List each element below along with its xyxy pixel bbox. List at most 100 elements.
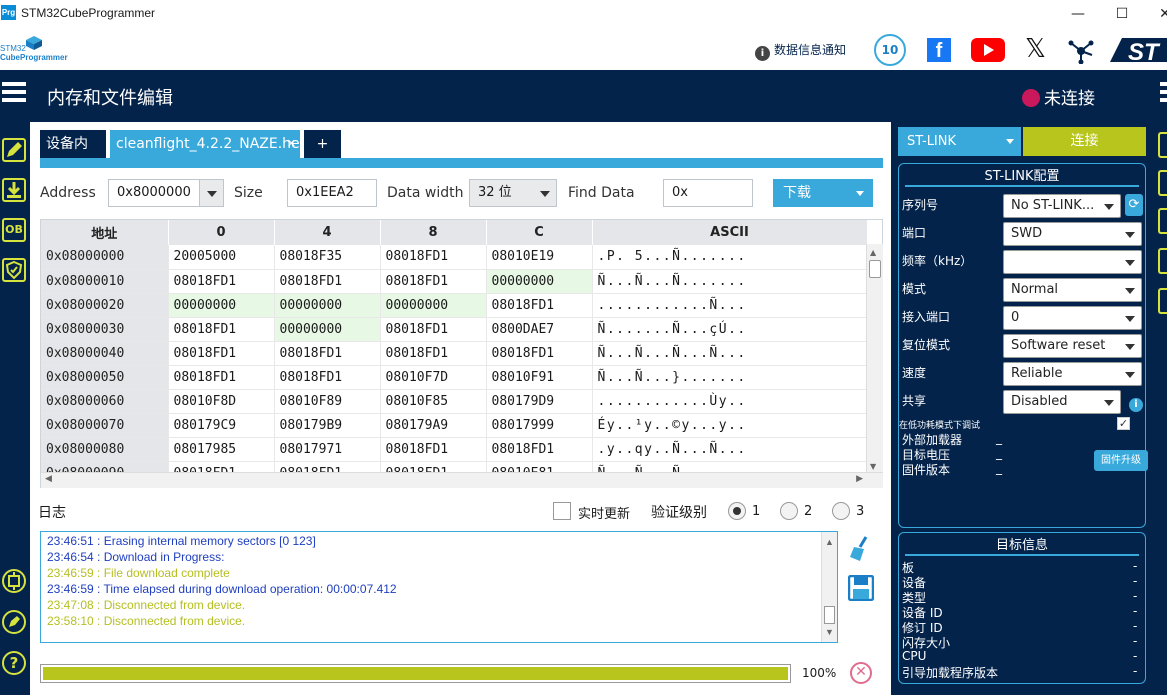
data-cell[interactable]: 080179B9 [274,413,381,438]
data-cell[interactable]: 08010F8D [168,389,275,414]
size-input[interactable]: 0x1EEA2 [287,179,377,207]
ascii-cell[interactable]: Ñ...Ñ...Ñ....... [592,269,868,294]
vertical-scroll-thumb[interactable] [869,260,881,278]
option-bytes-icon[interactable]: OB [2,218,26,242]
data-cell[interactable]: 08010F85 [380,389,487,414]
realtime-checkbox[interactable] [553,502,571,520]
info-icon[interactable]: i [1129,398,1143,412]
edit-memory-icon[interactable] [2,138,26,162]
stlink-field-select[interactable]: No ST-LINK... [1003,194,1121,218]
right-menu-icon[interactable] [1160,82,1167,106]
help-icon[interactable]: ? [2,651,26,675]
data-cell[interactable]: 08017985 [168,437,275,462]
x-twitter-icon[interactable]: 𝕏 [1025,34,1046,64]
horizontal-scrollbar[interactable]: ◀ ▶ [41,472,883,488]
data-cell[interactable]: 08018FD1 [380,317,487,342]
address-dropdown-button[interactable] [199,180,223,206]
stlink-field-select[interactable] [1003,250,1142,274]
notifications-link[interactable]: i 数据信息通知 [755,41,846,61]
data-cell[interactable]: 08018FD1 [274,269,381,294]
side-tab-2-icon[interactable] [1158,170,1167,196]
data-cell[interactable]: 08010F91 [486,365,593,390]
table-row[interactable]: 0x08000020 00000000 00000000 00000000 08018F… [41,293,868,318]
interface-select[interactable]: ST-LINK [898,127,1021,156]
stlink-field-select[interactable]: Disabled [1003,390,1121,414]
address-cell[interactable]: 0x08000010 [41,269,169,294]
ascii-cell[interactable]: Ñ...Ñ...}....... [592,365,868,390]
refresh-icon[interactable]: ⟳ [1125,194,1143,216]
data-cell[interactable]: 20005000 [168,245,275,270]
tab-close-icon[interactable]: ✕ [287,130,296,158]
minimize-button[interactable]: — [1063,3,1093,25]
data-cell[interactable]: 00000000 [486,269,593,294]
facebook-icon[interactable]: f [927,38,951,62]
ascii-cell[interactable]: .P. 5...Ñ....... [592,245,868,270]
table-row[interactable]: 0x08000070 080179C9 080179B9 080179A9 080179… [41,413,868,438]
address-input[interactable]: 0x8000000 [108,179,224,207]
data-cell[interactable]: 00000000 [168,293,275,318]
address-cell[interactable]: 0x08000030 [41,317,169,342]
download-button[interactable]: 下载 [773,179,873,207]
data-cell[interactable]: 08018FD1 [380,269,487,294]
data-cell[interactable]: 08018FD1 [274,365,381,390]
menu-icon[interactable] [2,82,26,106]
ascii-cell[interactable]: Ñ.......Ñ...çÚ.. [592,317,868,342]
data-cell[interactable]: 00000000 [380,293,487,318]
youtube-icon[interactable] [971,38,1005,62]
save-log-icon[interactable] [848,575,874,601]
data-cell[interactable]: 08018FD1 [274,341,381,366]
stlink-field-select[interactable]: SWD [1003,222,1142,246]
data-cell[interactable]: 08018F35 [274,245,381,270]
vertical-scrollbar[interactable]: ▲ ▼ [866,244,883,472]
log-scrollbar[interactable]: ▲ ▼ [821,532,837,642]
data-cell[interactable]: 08018FD1 [168,317,275,342]
data-cell[interactable]: 08010F89 [274,389,381,414]
side-tab-1-icon[interactable] [1158,132,1167,158]
data-cell[interactable]: 080179C9 [168,413,275,438]
stlink-field-select[interactable]: Software reset [1003,334,1142,358]
side-tab-3-icon[interactable] [1158,208,1167,234]
find-data-input[interactable]: 0x [663,179,753,207]
verbosity-radio-3[interactable] [832,502,850,520]
side-tab-5-icon[interactable] [1158,288,1167,314]
verbosity-radio-1[interactable] [728,502,746,520]
table-row[interactable]: 0x08000010 08018FD1 08018FD1 08018FD1 000000… [41,269,868,294]
table-row[interactable]: 0x08000040 08018FD1 08018FD1 08018FD1 08018F… [41,341,868,366]
close-button[interactable]: ✕ [1150,3,1167,25]
ascii-cell[interactable]: Ñ...Ñ...Ñ...Ñ... [592,341,868,366]
data-cell[interactable]: 0800DAE7 [486,317,593,342]
data-cell[interactable]: 08017999 [486,413,593,438]
ascii-cell[interactable]: ............Ùy.. [592,389,868,414]
data-cell[interactable]: 08018FD1 [380,341,487,366]
data-cell[interactable]: 00000000 [274,293,381,318]
address-cell[interactable]: 0x08000050 [41,365,169,390]
side-tab-4-icon[interactable] [1158,248,1167,274]
tab-device-memory[interactable]: 设备内存 [40,130,106,180]
add-tab-button[interactable]: + [304,130,341,158]
download-icon[interactable] [2,178,26,202]
community-icon[interactable] [1068,38,1094,64]
ascii-cell[interactable]: Éy..¹y..©y...y.. [592,413,868,438]
firmware-upgrade-button[interactable]: 固件升级 [1094,450,1148,471]
clear-log-broom-icon[interactable] [848,535,874,563]
table-row[interactable]: 0x08000080 08017985 08017971 08018FD1 08018F… [41,437,868,462]
table-row[interactable]: 0x08000060 08010F8D 08010F89 08010F85 080179… [41,389,868,414]
ascii-cell[interactable]: ............Ñ... [592,293,868,318]
address-cell[interactable]: 0x08000080 [41,437,169,462]
data-cell[interactable]: 08010E19 [486,245,593,270]
tab-hex-file[interactable]: cleanflight_4.2.2_NAZE.hex ✕ [110,130,308,158]
data-cell[interactable]: 00000000 [274,317,381,342]
cancel-operation-icon[interactable]: ✕ [850,662,872,684]
stlink-field-select[interactable]: 0 [1003,306,1142,330]
data-cell[interactable]: 08017971 [274,437,381,462]
address-cell[interactable]: 0x08000070 [41,413,169,438]
stlink-field-select[interactable]: Reliable [1003,362,1142,386]
address-cell[interactable]: 0x08000020 [41,293,169,318]
data-width-select[interactable]: 32 位 [469,179,557,207]
address-cell[interactable]: 0x08000060 [41,389,169,414]
log-output[interactable]: 23:46:51 : Erasing internal memory secto… [40,531,838,643]
data-cell[interactable]: 08018FD1 [380,437,487,462]
table-row[interactable]: 0x08000000 20005000 08018F35 08018FD1 08010E… [41,245,868,270]
table-row[interactable]: 0x08000030 08018FD1 00000000 08018FD1 0800DA… [41,317,868,342]
data-cell[interactable]: 08018FD1 [486,341,593,366]
